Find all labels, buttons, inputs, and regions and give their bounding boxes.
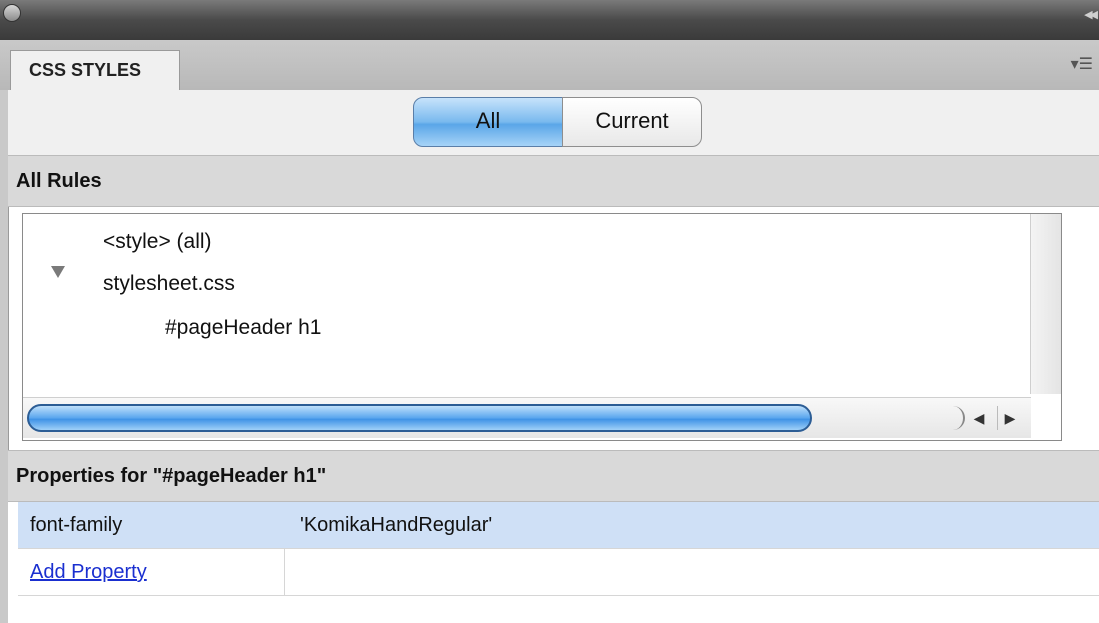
properties-table: font-family 'KomikaHandRegular' Add Prop… (8, 502, 1099, 623)
scroll-right-icon[interactable]: ▶ (997, 406, 1022, 430)
panel-tab-bar: CSS STYLES ▾☰ (0, 40, 1099, 91)
all-rules-header: All Rules (8, 155, 1099, 207)
expand-triangle-icon[interactable] (51, 266, 65, 278)
tab-css-styles[interactable]: CSS STYLES (10, 50, 180, 91)
scroll-track-end (951, 406, 965, 430)
panel-title-bar: ◀◀ (0, 0, 1099, 41)
add-property-link[interactable]: Add Property (30, 549, 147, 595)
horizontal-scroll-thumb[interactable] (27, 404, 812, 432)
all-button[interactable]: All (413, 97, 563, 147)
double-chevron-icon[interactable]: ◀◀ (1075, 8, 1098, 22)
circle-button-icon[interactable] (3, 4, 21, 22)
tree-item-pageheader-h1[interactable]: #pageHeader h1 (165, 314, 321, 342)
properties-header: Properties for "#pageHeader h1" (8, 450, 1099, 502)
property-name[interactable]: font-family (30, 502, 122, 548)
rules-tree[interactable]: <style> (all) stylesheet.css #pageHeader… (22, 213, 1062, 441)
mode-toggle-row: All Current (8, 90, 1099, 155)
tree-item-style-all[interactable]: <style> (all) (103, 228, 212, 256)
vertical-scrollbar[interactable] (1030, 214, 1061, 394)
panel-menu-icon[interactable]: ▾☰ (1065, 54, 1093, 76)
horizontal-scrollbar[interactable]: ◀ ▶ (23, 397, 1031, 438)
property-value[interactable]: 'KomikaHandRegular' (300, 502, 492, 548)
scroll-left-icon[interactable]: ◀ (967, 406, 991, 430)
add-property-row: Add Property (18, 549, 1099, 596)
current-button[interactable]: Current (562, 97, 702, 147)
property-row[interactable]: font-family 'KomikaHandRegular' (18, 502, 1099, 549)
tree-item-stylesheet[interactable]: stylesheet.css (103, 270, 235, 298)
